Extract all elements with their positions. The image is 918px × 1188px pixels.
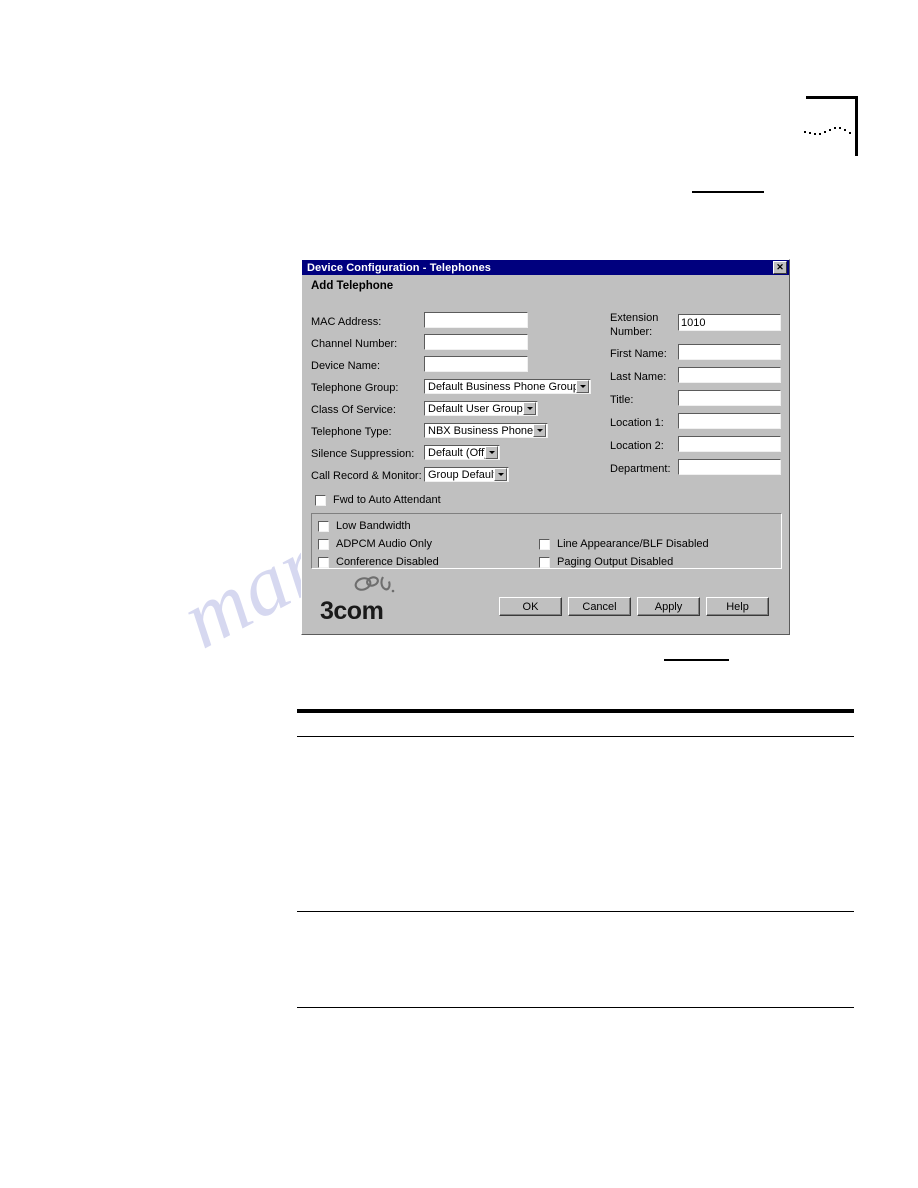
3com-swirl-icon xyxy=(354,576,395,593)
ok-button[interactable]: OK xyxy=(499,597,562,616)
3com-logo: 3com xyxy=(320,574,402,625)
department-field[interactable] xyxy=(678,459,781,475)
telephone-type-label: Telephone Type: xyxy=(311,426,392,438)
low-bandwidth-label: Low Bandwidth xyxy=(336,520,411,532)
checkbox-icon[interactable] xyxy=(318,556,329,568)
location-1-label: Location 1: xyxy=(610,417,664,429)
table-rule-bottom xyxy=(297,1007,854,1008)
location-2-field[interactable] xyxy=(678,436,781,452)
checkbox-icon[interactable] xyxy=(539,556,550,568)
telephone-type-select[interactable]: NBX Business Phone xyxy=(424,423,548,438)
telephone-type-value: NBX Business Phone xyxy=(428,424,533,437)
help-button[interactable]: Help xyxy=(706,597,769,616)
paging-output-disabled-checkbox[interactable]: Paging Output Disabled xyxy=(539,556,673,568)
line-appearance-blf-disabled-checkbox[interactable]: Line Appearance/BLF Disabled xyxy=(539,538,709,550)
rule-above-figure xyxy=(692,191,764,193)
mac-address-label: MAC Address: xyxy=(311,316,382,328)
paging-output-disabled-label: Paging Output Disabled xyxy=(557,556,674,568)
device-name-label: Device Name: xyxy=(311,360,381,372)
dotted-wave-icon xyxy=(804,127,851,135)
silence-suppression-value: Default (Off) xyxy=(428,446,485,459)
chevron-down-icon[interactable] xyxy=(485,446,498,459)
fwd-to-auto-attendant-label: Fwd to Auto Attendant xyxy=(333,494,441,506)
last-name-label: Last Name: xyxy=(610,371,667,383)
corner-bar-top xyxy=(806,96,858,99)
conference-disabled-checkbox[interactable]: Conference Disabled xyxy=(318,556,439,568)
chevron-down-icon[interactable] xyxy=(533,424,546,437)
title-label: Title: xyxy=(610,394,634,406)
chevron-down-icon[interactable] xyxy=(523,402,536,415)
checkbox-icon[interactable] xyxy=(315,494,326,506)
class-of-service-select[interactable]: Default User Group xyxy=(424,401,538,416)
class-of-service-label: Class Of Service: xyxy=(311,404,396,416)
device-name-field[interactable] xyxy=(424,356,528,372)
title-field[interactable] xyxy=(678,390,781,406)
conference-disabled-label: Conference Disabled xyxy=(336,556,439,568)
table-rule-top xyxy=(297,709,854,713)
extension-number-label-line2: Number: xyxy=(610,326,653,338)
call-record-monitor-value: Group Default xyxy=(428,468,494,481)
table-rule-header xyxy=(297,736,854,737)
telephone-group-select[interactable]: Default Business Phone Group xyxy=(424,379,591,394)
fwd-to-auto-attendant-checkbox[interactable]: Fwd to Auto Attendant xyxy=(315,494,441,506)
table-rule-mid xyxy=(297,911,854,912)
checkbox-icon[interactable] xyxy=(318,520,329,532)
checkbox-icon[interactable] xyxy=(539,538,550,550)
apply-button[interactable]: Apply xyxy=(637,597,700,616)
low-bandwidth-checkbox[interactable]: Low Bandwidth xyxy=(318,520,411,532)
first-name-label: First Name: xyxy=(610,348,667,360)
class-of-service-value: Default User Group xyxy=(428,402,523,415)
checkbox-icon[interactable] xyxy=(318,538,329,550)
silence-suppression-label: Silence Suppression: xyxy=(311,448,415,460)
line-appearance-blf-disabled-label: Line Appearance/BLF Disabled xyxy=(557,538,709,550)
chevron-down-icon[interactable] xyxy=(494,468,507,481)
corner-decoration xyxy=(804,96,858,156)
extension-number-field[interactable] xyxy=(678,314,781,331)
adpcm-audio-only-checkbox[interactable]: ADPCM Audio Only xyxy=(318,538,432,550)
first-name-field[interactable] xyxy=(678,344,781,360)
mac-address-field[interactable] xyxy=(424,312,528,328)
3com-wordmark: 3com xyxy=(320,597,384,625)
adpcm-audio-only-label: ADPCM Audio Only xyxy=(336,538,432,550)
extension-number-label-line1: Extension xyxy=(610,312,659,324)
channel-number-label: Channel Number: xyxy=(311,338,398,350)
telephone-group-label: Telephone Group: xyxy=(311,382,399,394)
last-name-field[interactable] xyxy=(678,367,781,383)
form-area: MAC Address: Channel Number: Device Name… xyxy=(302,260,789,634)
telephone-group-value: Default Business Phone Group xyxy=(428,380,576,393)
location-1-field[interactable] xyxy=(678,413,781,429)
silence-suppression-select[interactable]: Default (Off) xyxy=(424,445,500,460)
department-label: Department: xyxy=(610,463,671,475)
channel-number-field[interactable] xyxy=(424,334,528,350)
device-configuration-dialog: Device Configuration - Telephones ✕ Add … xyxy=(301,259,790,635)
call-record-monitor-label: Call Record & Monitor: xyxy=(311,470,422,482)
call-record-monitor-select[interactable]: Group Default xyxy=(424,467,509,482)
rule-below-figure xyxy=(664,659,729,661)
location-2-label: Location 2: xyxy=(610,440,664,452)
cancel-button[interactable]: Cancel xyxy=(568,597,631,616)
chevron-down-icon[interactable] xyxy=(576,380,589,393)
